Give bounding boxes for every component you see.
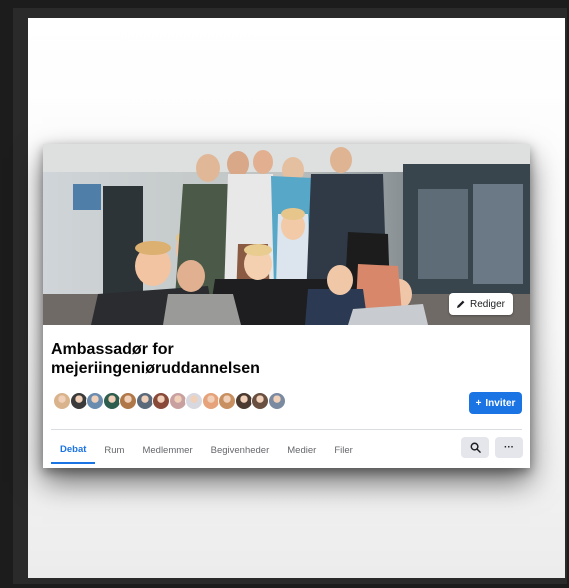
tab-rum[interactable]: Rum (95, 437, 133, 464)
edit-cover-label: Rediger (469, 298, 505, 310)
tab-medlemmer[interactable]: Medlemmer (133, 437, 201, 464)
member-avatar[interactable] (86, 392, 104, 410)
tab-medier[interactable]: Medier (278, 437, 325, 464)
member-avatars[interactable] (53, 392, 286, 410)
group-title: Ambassadør for mejeriingeniøruddannelsen (51, 341, 260, 377)
tab-filer[interactable]: Filer (325, 437, 361, 464)
pencil-icon (456, 300, 465, 308)
member-avatar[interactable] (251, 392, 269, 410)
tab-debat[interactable]: Debat (51, 437, 96, 464)
cover-photo: Rediger (43, 144, 530, 325)
invite-label: Inviter (485, 397, 516, 409)
invite-button[interactable]: + Inviter (469, 392, 522, 414)
member-avatar[interactable] (53, 392, 71, 410)
search-icon (470, 442, 481, 453)
group-tabs: Debat Rum Medlemmer Begivenheder Medier … (51, 437, 362, 464)
tab-divider (51, 429, 522, 430)
search-button[interactable] (461, 437, 489, 458)
member-avatar[interactable] (234, 392, 253, 410)
member-avatar[interactable] (152, 392, 170, 410)
tab-begivenheder[interactable]: Begivenheder (202, 437, 279, 464)
group-header-card: Rediger Ambassadør for mejeriingeniørudd… (43, 144, 530, 468)
more-icon: ··· (504, 442, 514, 453)
edit-cover-button[interactable]: Rediger (448, 293, 513, 315)
member-avatar[interactable] (102, 392, 121, 410)
more-button[interactable]: ··· (495, 437, 523, 458)
member-avatar[interactable] (201, 392, 220, 410)
member-avatar[interactable] (185, 392, 203, 410)
member-avatar[interactable] (69, 392, 88, 410)
plus-icon: + (475, 397, 482, 409)
member-avatar[interactable] (168, 392, 187, 410)
member-avatar[interactable] (267, 392, 286, 410)
member-avatar[interactable] (218, 392, 236, 410)
member-avatar[interactable] (135, 392, 154, 410)
member-avatar[interactable] (119, 392, 137, 410)
